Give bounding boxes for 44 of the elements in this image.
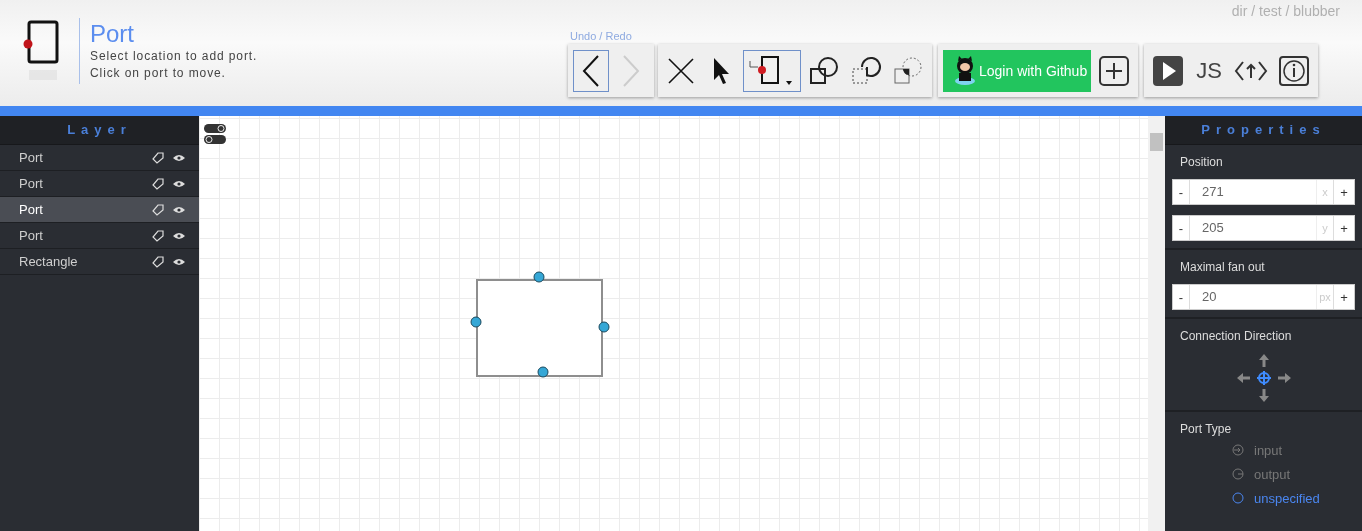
- breadcrumb: dir / test / blubber: [1231, 3, 1340, 21]
- eye-icon[interactable]: [173, 257, 185, 266]
- section-label: Maximal fan out: [1180, 260, 1266, 274]
- port-handle[interactable]: [537, 366, 549, 378]
- increment-button[interactable]: +: [1333, 216, 1354, 240]
- scrollbar-thumb[interactable]: [1150, 133, 1163, 151]
- direction-arrows-icon[interactable]: [1235, 353, 1292, 403]
- eye-icon[interactable]: [173, 205, 185, 214]
- tag-icon[interactable]: [152, 229, 164, 242]
- decrement-button[interactable]: -: [1173, 216, 1190, 240]
- hint-text: Select location to add port.: [90, 48, 259, 65]
- layer-item[interactable]: Port: [0, 145, 199, 171]
- input-icon[interactable]: [1232, 444, 1244, 456]
- decrement-button[interactable]: -: [1173, 180, 1190, 204]
- undo-redo-label: Undo / Redo: [570, 30, 633, 44]
- section-label: Position: [1180, 155, 1224, 169]
- port-handle[interactable]: [533, 271, 545, 283]
- hint-text: Click on port to move.: [90, 65, 227, 82]
- layer-panel-title: Layer: [0, 116, 199, 145]
- layer-item[interactable]: Rectangle: [0, 249, 199, 275]
- port-handle[interactable]: [598, 321, 610, 333]
- eye-icon[interactable]: [173, 231, 185, 240]
- increment-button[interactable]: +: [1333, 285, 1354, 309]
- port-type-option[interactable]: unspecified: [1232, 486, 1355, 510]
- circle-icon[interactable]: [1232, 492, 1244, 504]
- delete-icon[interactable]: [666, 55, 696, 86]
- properties-panel-title: Properties: [1165, 116, 1362, 145]
- tag-icon[interactable]: [152, 151, 164, 164]
- layer-item[interactable]: Port: [0, 223, 199, 249]
- octocat-icon[interactable]: [953, 55, 977, 86]
- toggle-icon[interactable]: [204, 124, 226, 144]
- section-label: Port Type: [1180, 422, 1233, 436]
- tag-icon[interactable]: [152, 177, 164, 190]
- eye-icon[interactable]: [173, 179, 185, 188]
- decrement-button[interactable]: -: [1173, 285, 1190, 309]
- increment-button[interactable]: +: [1333, 180, 1354, 204]
- page-title: Port: [90, 20, 135, 48]
- tag-icon[interactable]: [152, 203, 164, 216]
- tag-icon[interactable]: [152, 255, 164, 268]
- port-handle[interactable]: [470, 316, 482, 328]
- section-label: Connection Direction: [1180, 329, 1293, 343]
- javascript-button[interactable]: JS: [1191, 49, 1228, 92]
- layer-item[interactable]: Port: [0, 197, 199, 223]
- eye-icon[interactable]: [173, 153, 185, 162]
